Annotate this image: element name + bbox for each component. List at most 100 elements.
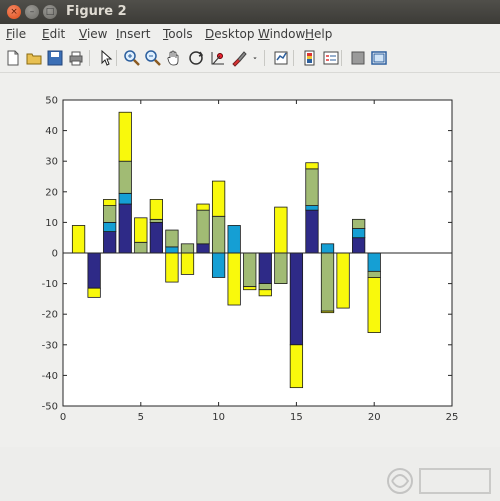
bar-segment [165, 252, 179, 283]
open-file-icon[interactable] [24, 48, 44, 68]
menu-edit[interactable]: Edit [42, 27, 65, 41]
bar-segment [180, 243, 195, 254]
bar-segment [196, 209, 210, 245]
y-tick-label: -50 [42, 402, 58, 413]
menu-label: ools [168, 27, 193, 41]
menu-insert[interactable]: Insert [116, 27, 150, 41]
new-figure-icon[interactable] [3, 48, 23, 68]
y-tick-label: 0 [52, 249, 58, 260]
x-tick-label: 15 [290, 412, 303, 423]
y-tick-label: -30 [42, 340, 58, 351]
bar-segment [305, 168, 319, 206]
toolbar-separator [116, 50, 117, 66]
rotate-icon[interactable] [186, 48, 206, 68]
hide-plot-tools-icon[interactable] [348, 48, 368, 68]
bar-segment [196, 243, 210, 254]
bar-segment [320, 252, 335, 312]
figure-toolbar [0, 44, 500, 73]
bar-segment [289, 252, 304, 346]
figure-window: × – □ Figure 2 File Edit View Insert Tools De… [0, 0, 500, 494]
minimize-window-button[interactable]: – [25, 5, 39, 19]
window-title: Figure 2 [66, 4, 127, 19]
menu-label: ile [12, 27, 27, 41]
data-cursor-icon[interactable] [208, 48, 228, 68]
toolbar-separator [293, 50, 294, 66]
bar-segment [211, 215, 226, 254]
toolbar-separator [264, 50, 265, 66]
y-tick-label: 30 [45, 157, 58, 168]
brush-dropdown-icon[interactable] [250, 48, 260, 68]
bar-segment [165, 229, 179, 248]
bar-segment [352, 228, 366, 239]
menu-label: dit [49, 27, 66, 41]
x-tick-label: 25 [446, 412, 459, 423]
bar-segment [134, 241, 148, 254]
menu-bar: File Edit View Insert Tools Desktop Window Help [0, 24, 500, 44]
print-icon[interactable] [66, 48, 86, 68]
title-bar[interactable]: × – □ Figure 2 [0, 0, 500, 24]
bar-segment [227, 252, 241, 306]
menu-desktop[interactable]: Desktop [205, 27, 255, 41]
menu-label: elp [314, 27, 333, 41]
zoom-in-icon[interactable] [122, 48, 142, 68]
link-plot-icon[interactable] [271, 48, 291, 68]
y-tick-label: -20 [42, 310, 58, 321]
bar-segment [87, 287, 101, 298]
menu-view[interactable]: View [79, 27, 107, 41]
y-tick-label: 50 [45, 96, 58, 107]
toolbar-separator [341, 50, 342, 66]
menu-mnemonic: W [258, 27, 270, 41]
bar-segment [305, 205, 319, 211]
save-icon[interactable] [45, 48, 65, 68]
y-tick-label: -40 [42, 371, 58, 382]
bar-segment [118, 203, 132, 254]
menu-mnemonic: D [205, 27, 215, 41]
menu-window[interactable]: Window [258, 27, 305, 41]
bar-segment [103, 221, 117, 232]
pointer-icon[interactable] [96, 48, 116, 68]
show-plot-tools-icon[interactable] [369, 48, 389, 68]
legend-icon[interactable] [321, 48, 341, 68]
bar-segment [289, 344, 304, 389]
menu-label: indow [269, 27, 306, 41]
bar-segment [336, 252, 350, 309]
brush-icon[interactable] [229, 48, 249, 68]
bar-segment [367, 270, 381, 278]
bar-segment [274, 206, 288, 254]
menu-file[interactable]: File [6, 27, 26, 41]
close-window-button[interactable]: × [7, 5, 21, 19]
zoom-out-icon[interactable] [143, 48, 163, 68]
y-tick-label: 40 [45, 126, 58, 137]
bar-segment [180, 252, 195, 275]
x-tick-label: 5 [138, 412, 144, 423]
bar-segment [103, 231, 117, 254]
bar-segment [305, 162, 319, 170]
maximize-window-button[interactable]: □ [43, 5, 57, 19]
bar-segment [367, 277, 381, 333]
bar-segment [258, 252, 272, 285]
bar-segment [352, 237, 366, 254]
watermark-logo [387, 468, 491, 494]
bar-segment [196, 203, 210, 211]
bar-segment [134, 217, 148, 243]
chart: 0 5 10 15 20 25 -50 -40 -30 -20 -10 0 10 20 30 40 50 [42, 96, 459, 424]
bar-segment [243, 286, 257, 291]
bar-segment [87, 252, 101, 289]
menu-label: nsert [119, 27, 151, 41]
menu-label: esktop [214, 27, 255, 41]
bar-segment [165, 246, 179, 254]
menu-help[interactable]: Help [305, 27, 332, 41]
menu-mnemonic: H [305, 27, 315, 41]
y-tick-label: 10 [45, 218, 58, 229]
bar-segment [103, 199, 117, 206]
menu-tools[interactable]: Tools [163, 27, 193, 41]
bar-segment [274, 252, 288, 285]
colorbar-icon[interactable] [300, 48, 320, 68]
bar-segment [367, 252, 381, 272]
bar-segment [352, 218, 366, 229]
pan-icon[interactable] [164, 48, 184, 68]
menu-mnemonic: V [79, 27, 87, 41]
bar-segment [103, 205, 117, 223]
bar-segment [305, 209, 319, 254]
figure-canvas: 0 5 10 15 20 25 -50 -40 -30 -20 -10 0 10 20 30 40 50 [0, 73, 500, 494]
